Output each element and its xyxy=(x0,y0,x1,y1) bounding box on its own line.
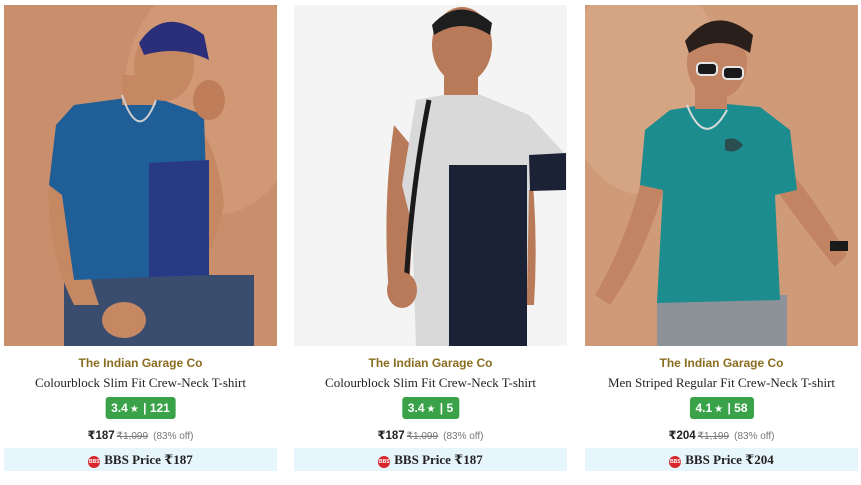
product-title[interactable]: Men Striped Regular Fit Crew-Neck T-shir… xyxy=(585,375,858,391)
discount-text: (83% off) xyxy=(734,431,775,442)
product-brand[interactable]: The Indian Garage Co xyxy=(4,356,277,370)
bbs-price-label: BBS Price ₹204 xyxy=(685,452,774,467)
product-card[interactable]: The Indian Garage Co Men Striped Regular… xyxy=(585,5,858,475)
rating-value: 3.4 xyxy=(407,401,425,415)
bbs-price-label: BBS Price ₹187 xyxy=(104,452,193,467)
star-icon: ★ xyxy=(129,404,139,415)
price-row: ₹204 ₹1,199 (83% off) xyxy=(585,428,858,442)
rating-badge: 3.4 ★ | 5 xyxy=(401,397,460,419)
review-count: 5 xyxy=(446,401,454,415)
product-brand[interactable]: The Indian Garage Co xyxy=(294,356,567,370)
product-title[interactable]: Colourblock Slim Fit Crew-Neck T-shirt xyxy=(294,375,567,391)
star-icon: ★ xyxy=(426,404,436,415)
mrp-price: ₹1,199 xyxy=(697,431,730,442)
price-row: ₹187 ₹1,099 (83% off) xyxy=(294,428,567,442)
bbs-price-banner: BBS BBS Price ₹204 xyxy=(585,448,858,471)
discount-text: (83% off) xyxy=(153,431,194,442)
bbs-price-banner: BBS BBS Price ₹187 xyxy=(4,448,277,471)
review-count: 121 xyxy=(149,401,170,415)
rating-value: 3.4 xyxy=(111,401,128,415)
mrp-price: ₹1,099 xyxy=(406,431,439,442)
discount-text: (83% off) xyxy=(443,431,484,442)
mrp-price: ₹1,099 xyxy=(116,431,149,442)
selling-price: ₹187 xyxy=(377,430,405,442)
product-card[interactable]: The Indian Garage Co Colourblock Slim Fi… xyxy=(294,5,567,475)
bbs-logo-icon: BBS xyxy=(88,456,101,468)
selling-price: ₹204 xyxy=(668,430,696,442)
rating-separator: | xyxy=(439,401,444,415)
selling-price: ₹187 xyxy=(87,430,115,442)
bbs-price-banner: BBS BBS Price ₹187 xyxy=(294,448,567,471)
star-icon: ★ xyxy=(714,404,724,415)
product-image[interactable] xyxy=(585,5,858,346)
bbs-logo-icon: BBS xyxy=(669,456,682,468)
product-title[interactable]: Colourblock Slim Fit Crew-Neck T-shirt xyxy=(4,375,277,391)
bbs-logo-icon: BBS xyxy=(378,456,391,468)
product-card[interactable]: The Indian Garage Co Colourblock Slim Fi… xyxy=(4,5,277,475)
rating-separator: | xyxy=(727,401,731,415)
rating-badge: 4.1 ★ | 58 xyxy=(689,397,754,419)
rating-value: 4.1 xyxy=(695,401,713,415)
review-count: 58 xyxy=(734,401,748,415)
rating-badge: 3.4 ★ | 121 xyxy=(105,397,176,419)
product-image[interactable] xyxy=(4,5,277,346)
rating-separator: | xyxy=(143,401,147,415)
price-row: ₹187 ₹1,099 (83% off) xyxy=(4,428,277,442)
product-image[interactable] xyxy=(294,5,567,346)
product-grid: The Indian Garage Co Colourblock Slim Fi… xyxy=(0,0,861,485)
product-brand[interactable]: The Indian Garage Co xyxy=(585,356,858,370)
bbs-price-label: BBS Price ₹187 xyxy=(394,452,483,467)
